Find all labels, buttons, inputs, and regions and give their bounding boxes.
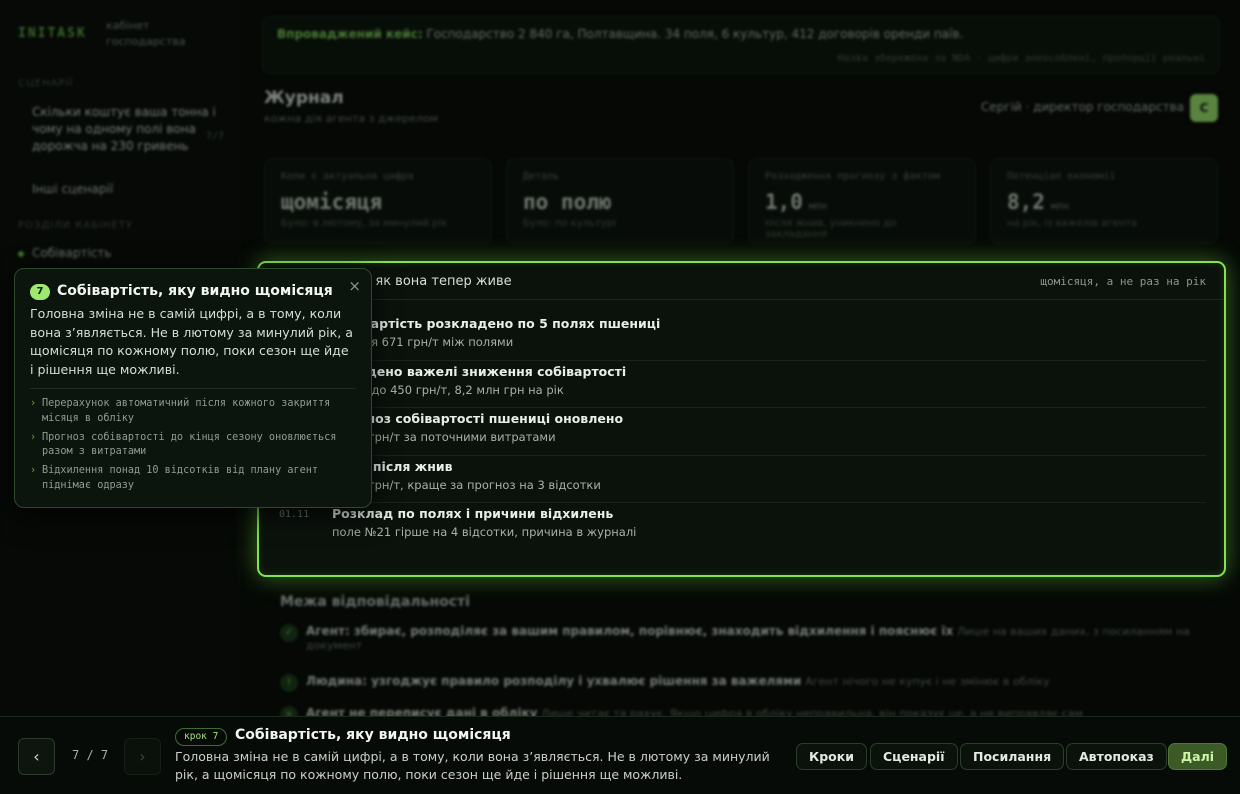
kpi-card: Потенціал економії 8,2 млн на рік, із важ… (990, 158, 1218, 244)
avatar[interactable]: С (1190, 94, 1218, 122)
step-badge: крок 7 (175, 728, 228, 746)
kpi-value: по полю (523, 190, 612, 214)
brand-logo[interactable]: INITASK (18, 26, 87, 41)
kpi-card: Розходження прогнозу з фактом 1,0 млн піс… (748, 158, 976, 244)
kpi-label: Коли є актуальна цифра (281, 171, 414, 182)
links-button[interactable]: Посилання (960, 743, 1065, 770)
kpi-value: щомісяця (281, 190, 383, 214)
kpi-note: після жнив, уникнено до закладання (765, 218, 897, 240)
kpi-unit: млн (808, 201, 827, 212)
journal-card: Собівартість, як вона тепер живе щомісяц… (257, 261, 1226, 577)
step-description: Головна зміна не в самій цифрі, а в тому… (175, 749, 770, 782)
next-arrow-button[interactable]: › (124, 738, 161, 775)
prev-button[interactable]: ‹ (18, 738, 55, 775)
responsibility-note: Агент нічого не купує і не змінює в облі… (805, 675, 1050, 688)
sidebar-group-sections: РОЗДІЛИ КАБІНЕТУ (18, 220, 134, 231)
check-icon: ✓ (280, 624, 298, 642)
brand-subtitle: кабінет господарства (106, 19, 186, 48)
case-banner: Впроваджений кейс: Господарство 2 840 га… (262, 16, 1220, 74)
sidebar-item-label: Скільки коштує ваша тонна і чому на одно… (32, 105, 216, 153)
next-button[interactable]: Далі (1168, 743, 1228, 770)
user-name[interactable]: Сергій · директор господарства (981, 100, 1184, 114)
journal-entry[interactable]: Собівартість розкладено по 5 полях пшени… (277, 313, 1206, 361)
warning-icon: ! (280, 674, 298, 692)
kpi-note: Було: по культурі (523, 218, 616, 229)
step-pager: 7 / 7 (72, 748, 109, 762)
close-icon[interactable]: × (348, 277, 361, 295)
entry-description: 5 092 грн/т, краще за прогноз на 3 відсо… (332, 477, 601, 492)
step-number-badge: 7 (30, 284, 50, 300)
scenario-count: 7/7 (205, 131, 224, 142)
kpi-label: Розходження прогнозу з фактом (765, 171, 940, 182)
responsibility-title: Межа відповідальності (280, 594, 470, 610)
steps-button[interactable]: Кроки (796, 743, 867, 770)
journal-header: Собівартість, як вона тепер живе щомісяц… (259, 263, 1224, 300)
responsibility-main: Людина: узгоджує правило розподілу і ухв… (306, 674, 802, 688)
active-dot-icon (18, 251, 24, 257)
tooltip-bullets: Перерахунок автоматичний після кожного з… (30, 397, 350, 498)
page-subtitle: кожна дія агента з джерелом (264, 112, 439, 125)
tour-tooltip: 7 Собівартість, яку видно щомісяця × Гол… (14, 268, 372, 508)
page-title: Журнал (264, 88, 344, 108)
sidebar-item-label: Собівартість (32, 246, 112, 260)
responsibility-main: Агент: збирає, розподіляє за вашим прави… (306, 624, 954, 638)
tooltip-body: Головна зміна не в самій цифрі, а в тому… (30, 306, 353, 377)
kpi-label: Деталь (523, 171, 560, 182)
entry-title: Знайдено важелі зниження собівартості (332, 363, 627, 379)
sidebar-item-other-scenarios[interactable]: Інші сценарії (18, 182, 113, 196)
journal-entry[interactable]: Прогноз собівартості пшениці оновлено 5 … (277, 408, 1206, 456)
journal-entry[interactable]: 01.11 Розклад по полях і причини відхиле… (277, 503, 1206, 551)
scenarios-button[interactable]: Сценарії (870, 743, 958, 770)
responsibility-row: ✓ Агент: збирає, розподіляє за вашим пра… (280, 624, 1200, 652)
tour-bar: ‹ 7 / 7 › крок 7 Собівартість, яку видно… (0, 716, 1240, 794)
entry-title: Прогноз собівартості пшениці оновлено (332, 411, 624, 426)
journal-entry[interactable]: Факт після жнив 5 092 грн/т, краще за пр… (277, 456, 1206, 503)
kpi-label: Потенціал економії (1007, 171, 1116, 182)
divider (30, 388, 356, 389)
kpi-unit: млн (1050, 201, 1069, 212)
tooltip-bullet: Перерахунок автоматичний після кожного з… (30, 397, 350, 426)
kpi-note: на рік, із важелів агента (1007, 218, 1138, 229)
kpi-card: Деталь по полю Було: по культурі (506, 158, 734, 244)
banner-label: Впроваджений кейс: (277, 27, 423, 41)
entry-title: Собівартість розкладено по 5 полях пшени… (332, 316, 661, 331)
autoplay-button[interactable]: Автопоказ (1066, 743, 1167, 770)
sidebar-item-label: Інші сценарії (32, 182, 114, 196)
tooltip-title: Собівартість, яку видно щомісяця (57, 283, 333, 299)
sidebar-item-scenario[interactable]: Скільки коштує ваша тонна і чому на одно… (18, 104, 228, 155)
journal-entries: Собівартість розкладено по 5 полях пшени… (277, 313, 1206, 551)
kpi-note: Було: в лютому, за минулий рік (281, 218, 448, 229)
kpi-card: Коли є актуальна цифра щомісяця Було: в … (264, 158, 492, 244)
responsibility-row: ! Людина: узгоджує правило розподілу і у… (280, 674, 1200, 692)
entry-date: 01.11 (279, 509, 310, 520)
sidebar-group-scenarios: СЦЕНАРІЇ (18, 78, 74, 89)
sidebar-item-cost[interactable]: Собівартість (18, 246, 111, 260)
kpi-value: 1,0 млн (765, 190, 827, 214)
banner-text: Господарство 2 840 га, Полтавщина. 34 по… (426, 27, 964, 41)
banner-meta: Назва збережена за NDA · цифри знеособле… (837, 53, 1205, 64)
journal-entry[interactable]: Знайдено важелі зниження собівартості Ра… (277, 361, 1206, 408)
tooltip-bullet: Прогноз собівартості до кінця сезону оно… (30, 431, 350, 460)
step-title: Собівартість, яку видно щомісяця (235, 727, 511, 743)
tooltip-bullet: Відхилення понад 10 відсотків від плану … (30, 464, 350, 493)
kpi-value: 8,2 млн (1007, 190, 1069, 214)
journal-tag: щомісяця, а не раз на рік (1040, 275, 1206, 288)
entry-title: Розклад по полях і причини відхилень (332, 506, 614, 521)
entry-description: поле №21 гірше на 4 відсотки, причина в … (332, 525, 637, 539)
